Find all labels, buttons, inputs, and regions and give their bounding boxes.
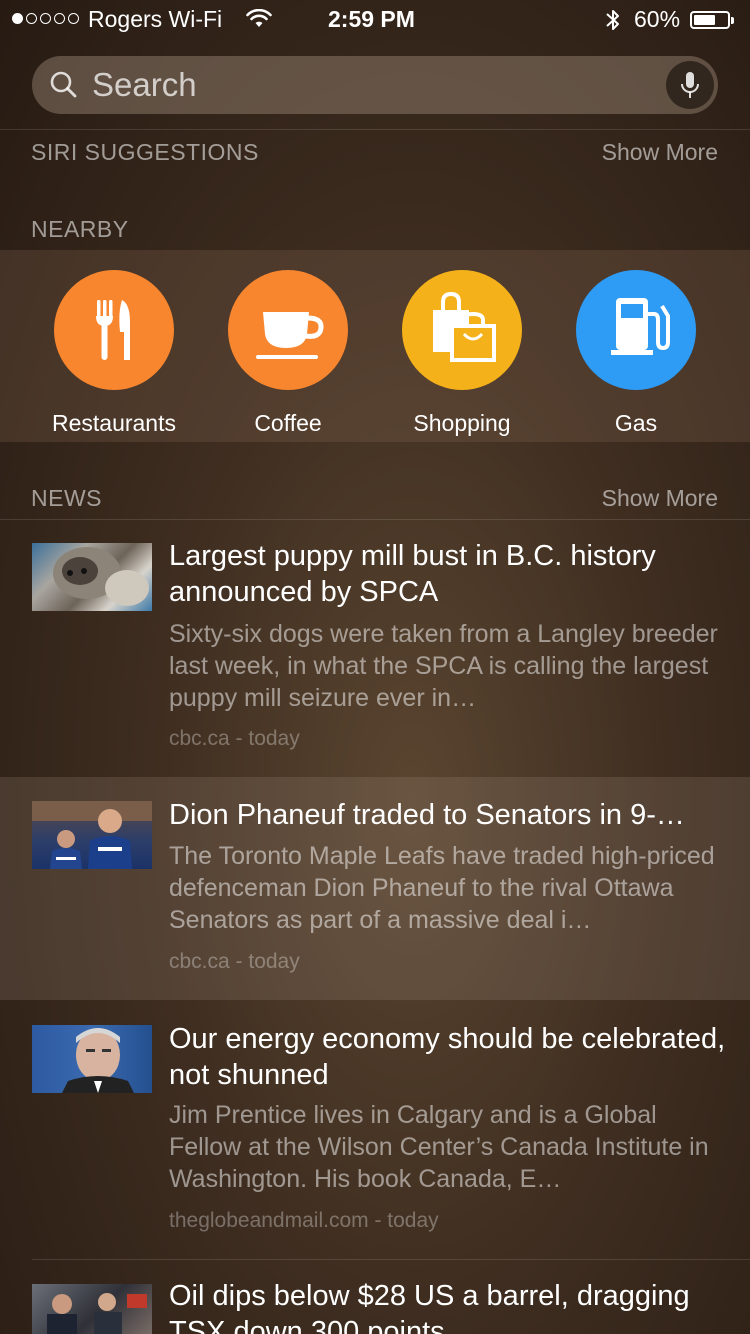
microphone-icon (681, 72, 699, 98)
news-item[interactable]: Oil dips below $28 US a barrel, dragging… (0, 1260, 750, 1334)
gas-pump-icon (576, 270, 696, 390)
siri-suggestions-header: SIRI SUGGESTIONS (31, 139, 259, 165)
news-show-more-button[interactable]: Show More (602, 485, 718, 512)
news-header: NEWS (31, 485, 102, 511)
news-summary: Jim Prentice lives in Calgary and is a G… (169, 1101, 709, 1193)
search-field[interactable]: Search (32, 56, 718, 114)
news-thumbnail (32, 1025, 152, 1093)
signal-strength-icon (12, 13, 79, 24)
coffee-cup-icon (228, 270, 348, 390)
nearby-shopping[interactable]: Shopping (375, 270, 549, 437)
news-title: Largest puppy mill bust in B.C. history … (169, 540, 656, 608)
nearby-restaurants[interactable]: Restaurants (27, 270, 201, 437)
news-item[interactable]: Our energy economy should be celebrated,… (0, 1001, 750, 1259)
news-title: Dion Phaneuf traded to Senators in 9-… (169, 799, 685, 831)
fork-knife-icon (54, 270, 174, 390)
status-bar: Rogers Wi-Fi 2:59 PM 60% (0, 0, 750, 40)
wifi-icon (246, 8, 272, 34)
news-item[interactable]: Largest puppy mill bust in B.C. history … (0, 520, 750, 776)
news-thumbnail (32, 801, 152, 869)
news-title: Our energy economy should be celebrated,… (169, 1023, 726, 1091)
news-thumbnail (32, 543, 152, 611)
nearby-gas[interactable]: Gas (549, 270, 723, 437)
news-source: cbc.ca - today (169, 950, 300, 973)
news-summary: Sixty-six dogs were taken from a Langley… (169, 620, 718, 712)
carrier-name: Rogers Wi-Fi (88, 6, 223, 32)
bluetooth-icon (605, 8, 621, 37)
nearby-label: Shopping (413, 410, 511, 436)
nearby-label: Coffee (254, 410, 322, 436)
clock: 2:59 PM (328, 6, 415, 32)
nearby-coffee[interactable]: Coffee (201, 270, 375, 437)
divider (0, 129, 750, 130)
news-item[interactable]: Dion Phaneuf traded to Senators in 9-… T… (0, 777, 750, 1000)
nearby-panel: Restaurants Coffee Shopping Gas (0, 250, 750, 442)
search-placeholder: Search (92, 66, 197, 103)
nearby-header: NEARBY (31, 216, 129, 242)
nearby-label: Restaurants (51, 410, 176, 436)
battery-percent: 60% (634, 6, 681, 32)
news-source: cbc.ca - today (169, 727, 300, 750)
news-summary: The Toronto Maple Leafs have traded high… (169, 842, 715, 934)
news-source: theglobeandmail.com - today (169, 1209, 439, 1232)
news-thumbnail (32, 1284, 152, 1334)
news-title: Oil dips below $28 US a barrel, dragging… (169, 1280, 690, 1334)
shopping-bag-icon (402, 270, 522, 390)
siri-show-more-button[interactable]: Show More (602, 139, 718, 166)
microphone-button[interactable] (666, 61, 714, 109)
search-icon (49, 70, 79, 105)
nearby-label: Gas (614, 410, 658, 436)
battery-icon (690, 11, 734, 29)
